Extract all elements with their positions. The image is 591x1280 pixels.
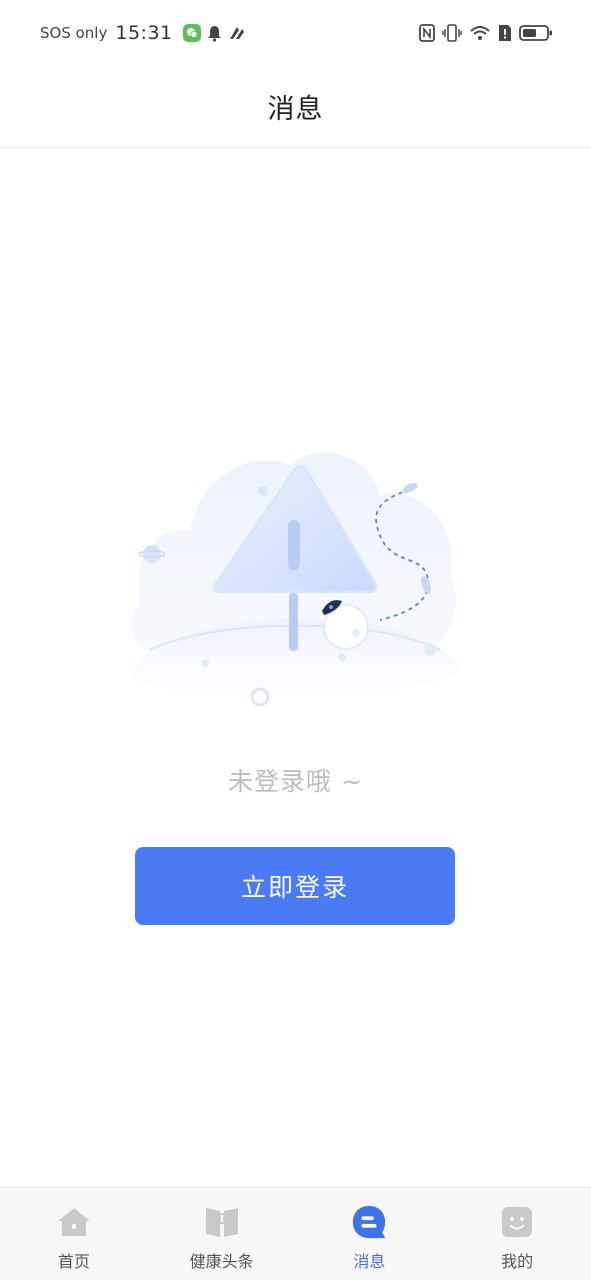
battery-icon [519,24,553,42]
nav-label-health-news: 健康头条 [189,1252,254,1271]
bottom-nav: 首页 健康头条 消息 我的 [0,1187,591,1280]
not-logged-in-message: 未登录哦 ~ [228,767,363,796]
vibrate-icon [442,24,462,42]
header: 消息 [0,66,591,148]
wifi-icon [469,24,491,42]
nav-label-messages: 消息 [353,1252,386,1271]
message-icon [351,1204,387,1240]
page-title: 消息 [267,94,324,125]
app-notification-icon [228,25,246,41]
nav-label-mine: 我的 [501,1252,534,1271]
smiley-icon [499,1204,535,1240]
not-logged-in-illustration [120,405,470,715]
nav-item-mine[interactable]: 我的 [443,1188,591,1280]
nav-label-home: 首页 [57,1252,90,1271]
book-icon [204,1204,240,1240]
wechat-icon [182,24,201,42]
clock: 15:31 [115,22,173,44]
bell-icon [207,25,222,42]
nav-item-home[interactable]: 首页 [0,1188,148,1280]
sim-alert-icon [498,24,512,42]
login-button[interactable]: 立即登录 [135,847,455,925]
status-bar: SOS only 15:31 [0,0,591,66]
home-icon [56,1204,92,1240]
nav-item-health-news[interactable]: 健康头条 [148,1188,296,1280]
nav-item-messages[interactable]: 消息 [296,1188,444,1280]
nfc-icon [419,24,435,42]
screen: SOS only 15:31 消息 未登录哦 ~ 立即登录 首页 健康头条 消息… [0,0,591,1280]
carrier-text: SOS only [40,24,108,42]
